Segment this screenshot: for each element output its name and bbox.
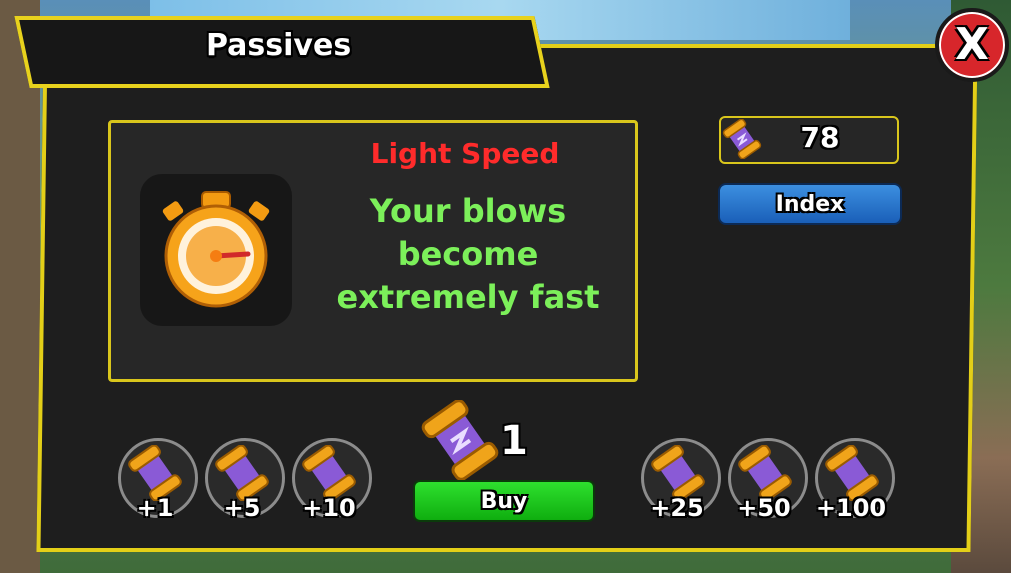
add-25-label: +25 [650, 494, 704, 522]
buy-button[interactable]: Buy [413, 480, 595, 522]
purchase-quantity: 1 [500, 418, 528, 464]
description-line: Your blows [369, 192, 567, 230]
scroll-icon [738, 445, 792, 501]
add-50-label: +50 [737, 494, 791, 522]
index-button[interactable]: Index [718, 183, 902, 225]
currency-value: 78 [800, 121, 840, 154]
description-line: extremely fast [336, 278, 600, 316]
description-line: become [397, 235, 539, 273]
scroll-icon [215, 445, 269, 501]
add-5-label: +5 [223, 494, 261, 522]
scroll-icon [421, 400, 499, 480]
add-100-label: +100 [815, 494, 887, 522]
add-1-label: +1 [136, 494, 174, 522]
passive-icon-tile [140, 174, 292, 326]
scroll-icon [651, 445, 705, 501]
scroll-icon [302, 445, 356, 501]
passive-description: Your blows become extremely fast [318, 190, 618, 319]
stopwatch-icon [162, 191, 270, 308]
close-icon: X [955, 19, 989, 70]
passive-name: Light Speed [370, 137, 560, 170]
add-10-label: +10 [302, 494, 356, 522]
scroll-icon [825, 445, 879, 501]
scroll-icon [128, 445, 182, 501]
scroll-icon [722, 119, 762, 159]
window-title: Passives [206, 28, 352, 63]
close-button[interactable]: X [935, 8, 1009, 82]
